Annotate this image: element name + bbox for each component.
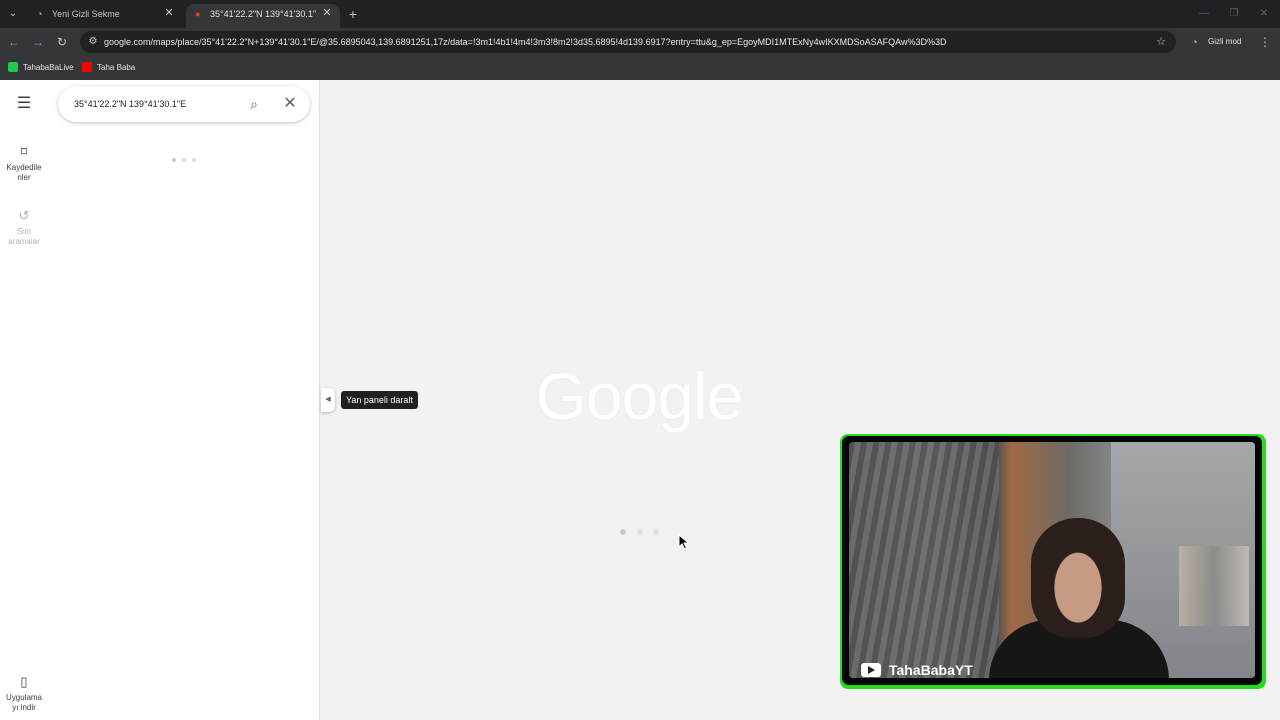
maps-pin-icon: ● <box>195 9 201 19</box>
history-icon: ↺ <box>18 208 30 223</box>
restore-icon[interactable]: ❐ <box>1226 6 1242 22</box>
google-logo: Google <box>535 359 744 433</box>
tab-close-icon[interactable]: ✕ <box>320 6 334 20</box>
browser-menu-icon[interactable]: ⋮ <box>1258 34 1272 50</box>
url-text[interactable]: google.com/maps/place/35°41'22.2"N+139°4… <box>104 31 1146 53</box>
acoustic-panel <box>849 442 999 678</box>
loading-dot <box>192 158 196 162</box>
tab-google-maps[interactable]: ● 35°41'22.2"N 139°41'30.1"E - G ✕ <box>186 4 340 28</box>
channel-name: TahaBabaYT <box>889 662 973 678</box>
bookmark-taha-baba[interactable]: Taha Baba <box>82 60 135 76</box>
loading-dot <box>620 529 626 535</box>
address-bar[interactable]: ⚙ google.com/maps/place/35°41'22.2"N+139… <box>80 31 1176 53</box>
clear-search-icon[interactable]: ✕ <box>282 96 298 112</box>
loading-dot <box>653 529 659 535</box>
youtube-logo-icon <box>82 61 92 72</box>
bookmark-label: Taha Baba <box>97 63 136 72</box>
search-box[interactable]: 35°41'22.2"N 139°41'30.1"E ⌕ ✕ <box>58 86 310 122</box>
window-close-icon[interactable]: ✕ <box>1256 6 1272 22</box>
collapse-panel-button[interactable]: ◀ <box>321 388 335 412</box>
tab-label: Yeni Gizli Sekme <box>52 9 120 19</box>
bookmark-icon: ⌑ <box>20 144 28 159</box>
webcam-overlay: TahaBabaYT <box>840 434 1266 689</box>
loading-dot <box>182 158 186 162</box>
hamburger-menu-icon[interactable]: ☰ <box>14 96 34 112</box>
loading-dot <box>172 158 176 162</box>
rail-item-download-app[interactable]: ▯ Uygulama yı indir <box>0 664 48 713</box>
tab-label: 35°41'22.2"N 139°41'30.1"E - G <box>210 9 316 19</box>
kick-logo-icon <box>8 61 18 72</box>
maps-side-panel: 35°41'22.2"N 139°41'30.1"E ⌕ ✕ <box>48 80 320 720</box>
tab-search-chevron-icon[interactable]: ⌄ <box>4 5 22 23</box>
browser-titlebar: ⌄ ◔ Yeni Gizli Sekme ✕ ● 35°41'22.2"N 13… <box>0 0 1280 28</box>
background-clothes <box>1179 546 1249 626</box>
minimize-icon[interactable]: — <box>1196 6 1212 22</box>
incognito-icon: ◔ <box>37 9 43 19</box>
bookmark-tahababalive[interactable]: TahabaBaLive <box>8 60 74 76</box>
tab-close-icon[interactable]: ✕ <box>162 6 176 20</box>
rail-item-saved[interactable]: ⌑ Kaydedile nler <box>0 134 48 183</box>
incognito-label: Gizli mod <box>1208 37 1242 46</box>
search-icon[interactable]: ⌕ <box>246 96 262 112</box>
reload-icon[interactable]: ↻ <box>54 34 70 50</box>
rail-item-label: Kaydedile nler <box>6 163 42 182</box>
maps-nav-rail: ☰ ⌑ Kaydedile nler ↺ Son aramalar ▯ Uygulam… <box>0 80 48 720</box>
browser-toolbar: ← → ↻ ⚙ google.com/maps/place/35°41'22.2… <box>0 28 1280 56</box>
mouse-pointer-icon <box>678 534 690 550</box>
webcam-video: TahaBabaYT <box>849 442 1255 678</box>
incognito-icon: ◔ <box>1192 37 1198 47</box>
incognito-badge[interactable]: ◔ Gizli mod <box>1186 32 1250 52</box>
search-input[interactable]: 35°41'22.2"N 139°41'30.1"E <box>74 86 186 122</box>
phone-icon: ▯ <box>20 674 28 689</box>
tab-new-incognito[interactable]: ◔ Yeni Gizli Sekme ✕ <box>28 4 182 28</box>
bookmark-star-icon[interactable]: ☆ <box>1154 35 1168 49</box>
loading-dot <box>637 529 643 535</box>
rail-item-label: Uygulama yı indir <box>5 693 42 712</box>
rail-item-recent[interactable]: ↺ Son aramalar <box>0 198 48 247</box>
bookmarks-bar: TahabaBaLive Taha Baba <box>0 56 1280 80</box>
collapse-panel-tooltip: Yan paneli daralt <box>341 391 418 409</box>
rail-item-label: Son aramalar <box>8 227 40 246</box>
back-arrow-icon[interactable]: ← <box>6 34 22 50</box>
site-info-icon[interactable]: ⚙ <box>86 35 100 49</box>
channel-tag: TahaBabaYT <box>861 660 973 678</box>
bookmark-label: TahabaBaLive <box>23 63 74 72</box>
youtube-icon <box>861 662 881 677</box>
forward-arrow-icon[interactable]: → <box>30 34 46 50</box>
streamer-head <box>1031 518 1125 638</box>
new-tab-plus-icon[interactable]: + <box>345 6 361 22</box>
